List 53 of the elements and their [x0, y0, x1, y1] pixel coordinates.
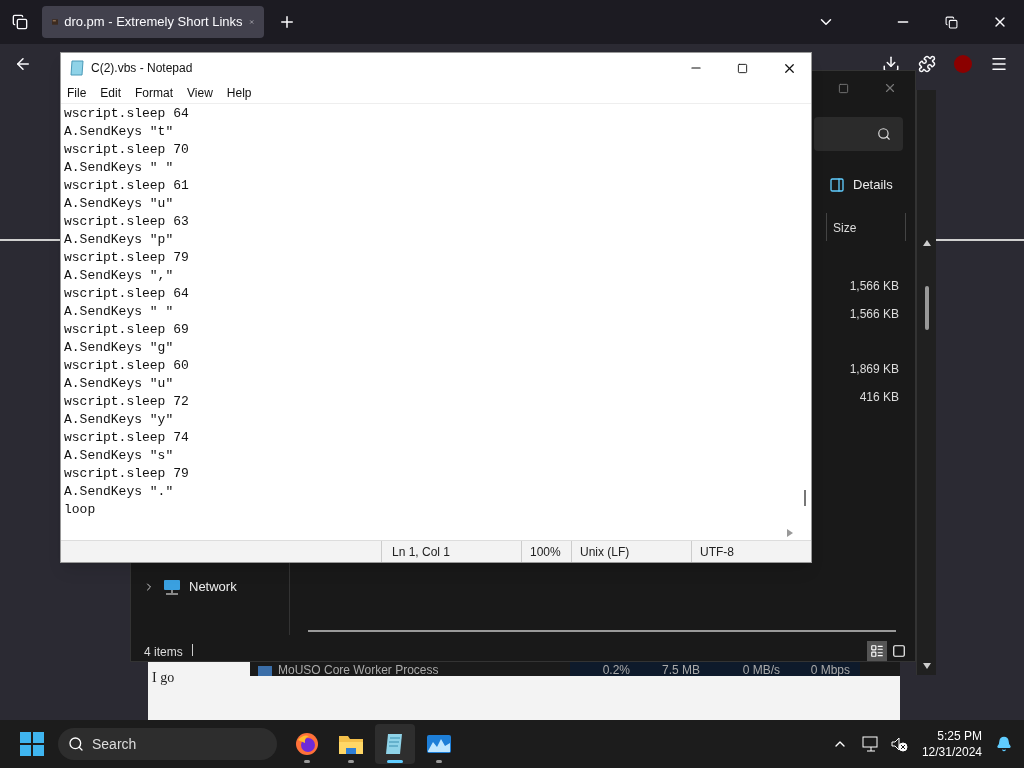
- code-line: A.SendKeys ".": [64, 483, 174, 501]
- search-placeholder: Search: [92, 734, 137, 754]
- code-line: A.SendKeys "u": [64, 375, 174, 393]
- encoding: UTF-8: [691, 541, 801, 562]
- clock-date[interactable]: 12/31/2024: [921, 744, 982, 760]
- memory-value: 7.5 MB: [661, 664, 700, 676]
- menu-item[interactable]: Help: [226, 84, 252, 102]
- process-name: MoUSO Core Worker Process: [278, 664, 439, 676]
- file-size: 1,869 KB: [848, 361, 899, 378]
- code-line: A.SendKeys "p": [64, 231, 174, 249]
- menu-item[interactable]: File: [67, 84, 87, 102]
- window-title: C(2).vbs - Notepad: [91, 60, 193, 77]
- file-size: 1,566 KB: [848, 278, 899, 295]
- code-line: wscript.sleep 69: [64, 321, 189, 339]
- code-line: wscript.sleep 70: [64, 141, 189, 159]
- code-line: A.SendKeys " ": [64, 303, 174, 321]
- file-size: 1,566 KB: [848, 306, 899, 323]
- code-line: wscript.sleep 64: [64, 105, 189, 123]
- details-button[interactable]: Details: [829, 175, 893, 195]
- code-line: A.SendKeys " ": [64, 159, 174, 177]
- code-line: wscript.sleep 60: [64, 357, 189, 375]
- code-line: A.SendKeys "u": [64, 195, 174, 213]
- code-line: A.SendKeys "y": [64, 411, 174, 429]
- item-count: 4 items: [144, 644, 183, 661]
- code-line: wscript.sleep 64: [64, 285, 189, 303]
- menu-item[interactable]: Format: [135, 84, 174, 102]
- browser-tab[interactable]: dro.pm - Extremely Short Links: [42, 6, 264, 38]
- code-line: A.SendKeys ",": [64, 267, 174, 285]
- code-line: wscript.sleep 63: [64, 213, 189, 231]
- file-size: 416 KB: [858, 389, 899, 406]
- line-ending: Unix (LF): [571, 541, 691, 562]
- clock-time[interactable]: 5:25 PM: [937, 728, 982, 744]
- menu-item[interactable]: Edit: [100, 84, 122, 102]
- document-text: I go: [152, 669, 175, 687]
- tab-title: dro.pm - Extremely Short Links: [64, 13, 243, 32]
- code-line: wscript.sleep 61: [64, 177, 189, 195]
- code-line: wscript.sleep 79: [64, 465, 189, 483]
- code-line: wscript.sleep 79: [64, 249, 189, 267]
- code-line: A.SendKeys "t": [64, 123, 174, 141]
- nav-item[interactable]: Network: [143, 577, 237, 597]
- cursor-position: Ln 1, Col 1: [381, 541, 521, 562]
- size-column-header[interactable]: Size: [826, 213, 906, 241]
- code-line: A.SendKeys "s": [64, 447, 174, 465]
- cpu-value: 0.2%: [601, 664, 630, 676]
- code-line: wscript.sleep 72: [64, 393, 189, 411]
- code-line: wscript.sleep 74: [64, 429, 189, 447]
- disk-value: 0 MB/s: [741, 664, 780, 676]
- code-line: loop: [64, 501, 96, 519]
- network-value: 0 Mbps: [809, 664, 851, 676]
- search-field[interactable]: Search: [58, 728, 277, 760]
- menu-item[interactable]: View: [187, 84, 213, 102]
- code-line: A.SendKeys "g": [64, 339, 174, 357]
- zoom-level: 100%: [521, 541, 571, 562]
